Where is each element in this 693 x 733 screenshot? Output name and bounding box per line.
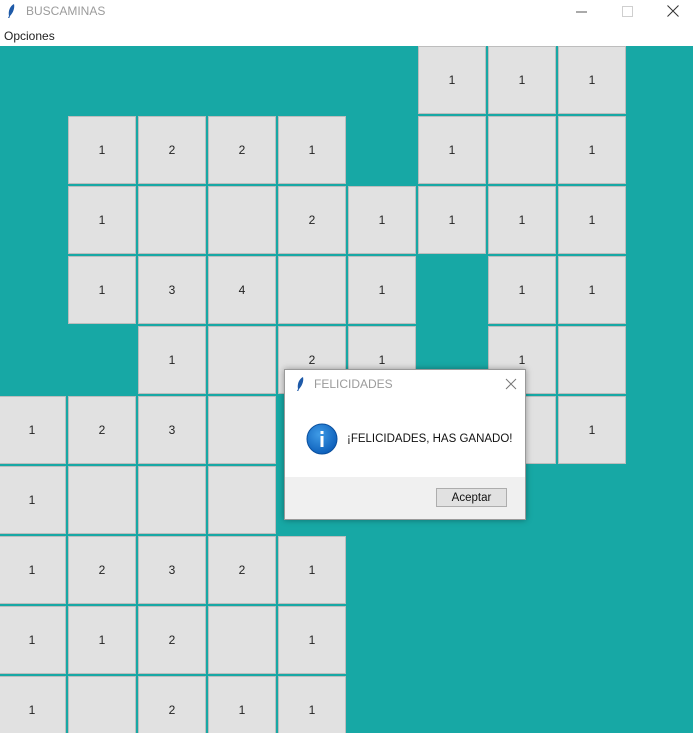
title-bar: BUSCAMINAS (0, 0, 693, 22)
board-cell[interactable] (208, 396, 276, 464)
board-cell[interactable]: 1 (418, 116, 486, 184)
board-cell[interactable]: 1 (558, 396, 626, 464)
board-cell[interactable]: 3 (138, 536, 206, 604)
info-icon (306, 423, 338, 455)
feather-icon (8, 4, 15, 18)
board-cell[interactable]: 1 (278, 606, 346, 674)
board-cell[interactable] (68, 466, 136, 534)
board-cell[interactable]: 1 (208, 676, 276, 733)
board-cell[interactable]: 1 (278, 536, 346, 604)
board-cell[interactable]: 1 (0, 676, 66, 733)
board-cell[interactable] (488, 116, 556, 184)
board-cell[interactable]: 1 (418, 46, 486, 114)
board-cell[interactable]: 1 (558, 116, 626, 184)
board-cell[interactable]: 3 (138, 396, 206, 464)
board-cell[interactable]: 1 (418, 186, 486, 254)
board-cell[interactable]: 1 (558, 256, 626, 324)
board-cell[interactable]: 2 (138, 116, 206, 184)
board-cell[interactable]: 1 (348, 256, 416, 324)
board-cell[interactable]: 3 (138, 256, 206, 324)
maximize-button[interactable] (604, 0, 650, 22)
board-cell[interactable]: 1 (348, 186, 416, 254)
board-cell[interactable] (208, 326, 276, 394)
board-cell[interactable]: 1 (68, 116, 136, 184)
board-cell[interactable] (208, 606, 276, 674)
board-cell[interactable] (278, 256, 346, 324)
board-cell[interactable]: 1 (558, 186, 626, 254)
board-cell[interactable] (68, 676, 136, 733)
board-cell[interactable]: 1 (558, 46, 626, 114)
dialog-close-icon[interactable] (503, 376, 519, 392)
minimize-icon (575, 11, 587, 12)
board-cell[interactable] (208, 186, 276, 254)
board-cell[interactable]: 2 (138, 676, 206, 733)
congratulations-dialog: FELICIDADES ¡FELICIDADES, HAS GANADO! Ac… (284, 369, 526, 520)
dialog-message: ¡FELICIDADES, HAS GANADO! (347, 433, 513, 445)
board-cell[interactable]: 2 (278, 186, 346, 254)
board-cell[interactable]: 1 (0, 466, 66, 534)
board-cell[interactable]: 1 (68, 256, 136, 324)
window-title: BUSCAMINAS (26, 4, 106, 18)
menu-bar: Opciones (0, 26, 693, 46)
board-cell[interactable]: 1 (488, 256, 556, 324)
maximize-icon (621, 5, 633, 17)
board-cell[interactable]: 2 (68, 536, 136, 604)
board-cell[interactable]: 4 (208, 256, 276, 324)
board-cell[interactable]: 1 (138, 326, 206, 394)
board-cell[interactable]: 1 (68, 606, 136, 674)
board-cell[interactable]: 1 (0, 536, 66, 604)
board-cell[interactable]: 1 (488, 186, 556, 254)
board-cell[interactable]: 2 (138, 606, 206, 674)
accept-button[interactable]: Aceptar (436, 488, 507, 507)
board-cell[interactable]: 1 (0, 606, 66, 674)
board-cell[interactable]: 1 (278, 116, 346, 184)
board-cell[interactable]: 2 (208, 116, 276, 184)
menu-opciones[interactable]: Opciones (4, 29, 55, 43)
board-cell[interactable]: 1 (68, 186, 136, 254)
board-cell[interactable] (138, 466, 206, 534)
board-cell[interactable]: 1 (488, 46, 556, 114)
dialog-title: FELICIDADES (314, 377, 393, 391)
board-cell[interactable] (138, 186, 206, 254)
board-cell[interactable]: 1 (278, 676, 346, 733)
board-cell[interactable]: 1 (0, 396, 66, 464)
close-icon (667, 5, 679, 17)
board-cell[interactable] (558, 326, 626, 394)
board-cell[interactable]: 2 (208, 536, 276, 604)
feather-icon (297, 377, 304, 391)
minimize-button[interactable] (558, 0, 604, 22)
board-cell[interactable]: 2 (68, 396, 136, 464)
dialog-footer: Aceptar (285, 477, 525, 519)
board-cell[interactable] (208, 466, 276, 534)
close-button[interactable] (650, 0, 693, 22)
